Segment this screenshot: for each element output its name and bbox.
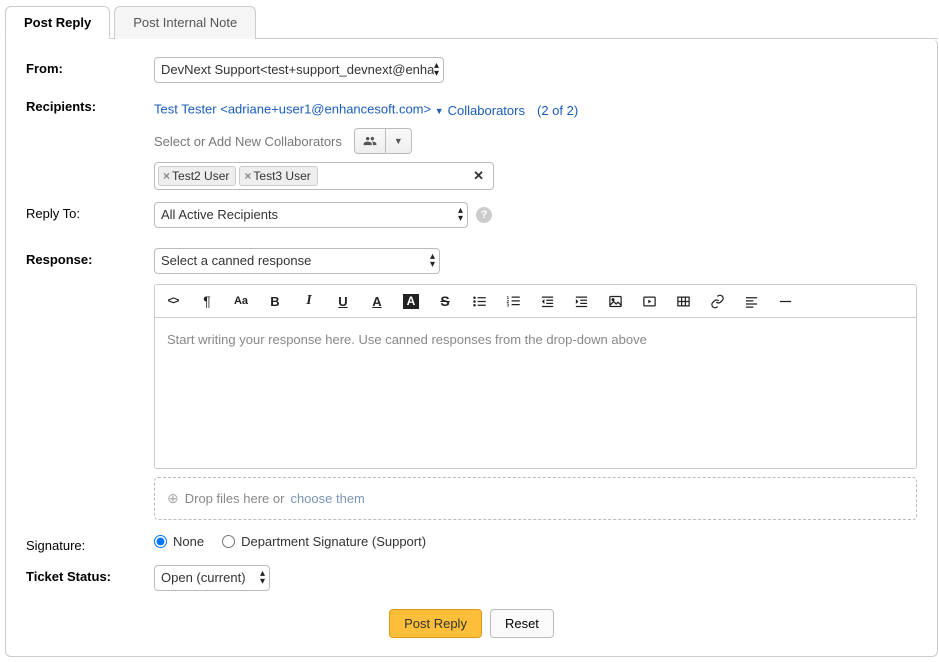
dropdown-caret-icon: ▼ xyxy=(386,129,411,153)
bold-icon[interactable]: B xyxy=(267,293,283,309)
select-updown-icon: ▴▾ xyxy=(430,253,435,269)
editor: <> ¶ Aa B I U A A S 123 xyxy=(154,284,917,469)
tag-label: Test2 User xyxy=(172,169,229,183)
video-icon[interactable] xyxy=(641,293,657,309)
add-collaborators-text: Select or Add New Collaborators xyxy=(154,134,342,149)
reset-button[interactable]: Reset xyxy=(490,609,554,638)
recipient-link[interactable]: Test Tester <adriane+user1@enhancesoft.c… xyxy=(154,102,431,117)
label-from: From: xyxy=(26,57,154,76)
svg-text:3: 3 xyxy=(506,302,509,307)
clear-tags-icon[interactable]: ✕ xyxy=(467,168,490,184)
upload-icon: ⊕ xyxy=(167,490,179,507)
dropzone-text: Drop files here or xyxy=(185,491,285,506)
image-icon[interactable] xyxy=(607,293,623,309)
italic-icon[interactable]: I xyxy=(301,293,317,309)
text-color-icon[interactable]: A xyxy=(369,293,385,309)
outdent-icon[interactable] xyxy=(539,293,555,309)
signature-dept-label: Department Signature (Support) xyxy=(241,534,426,549)
ordered-list-icon[interactable]: 123 xyxy=(505,293,521,309)
editor-toolbar: <> ¶ Aa B I U A A S 123 xyxy=(155,285,916,318)
users-icon xyxy=(355,129,386,153)
label-ticket-status: Ticket Status: xyxy=(26,565,154,584)
from-value: DevNext Support<test+support_devnext@enh… xyxy=(161,59,434,81)
label-recipients: Recipients: xyxy=(26,95,154,114)
reply-to-value: All Active Recipients xyxy=(161,204,278,226)
background-color-icon[interactable]: A xyxy=(403,294,419,309)
link-icon[interactable] xyxy=(709,293,725,309)
align-icon[interactable] xyxy=(743,293,759,309)
editor-body[interactable]: Start writing your response here. Use ca… xyxy=(155,318,916,468)
label-signature: Signature: xyxy=(26,534,154,553)
collaborators-label: Collaborators xyxy=(448,103,525,118)
caret-down-icon: ▼ xyxy=(435,106,444,116)
tag-remove-icon[interactable]: × xyxy=(163,169,170,183)
label-response: Response: xyxy=(26,248,154,267)
signature-none-radio[interactable] xyxy=(154,535,167,548)
canned-response-value: Select a canned response xyxy=(161,250,311,272)
font-family-icon[interactable]: Aa xyxy=(233,293,249,309)
table-icon[interactable] xyxy=(675,293,691,309)
reply-to-select[interactable]: All Active Recipients ▴▾ xyxy=(154,202,468,228)
paragraph-icon[interactable]: ¶ xyxy=(199,293,215,309)
code-view-icon[interactable]: <> xyxy=(165,293,181,309)
label-reply-to: Reply To: xyxy=(26,202,154,221)
select-updown-icon: ▴▾ xyxy=(458,207,463,223)
choose-files-link[interactable]: choose them xyxy=(290,491,364,506)
strikethrough-icon[interactable]: S xyxy=(437,293,453,309)
horizontal-rule-icon[interactable] xyxy=(777,293,793,309)
tag-remove-icon[interactable]: × xyxy=(244,169,251,183)
collaborator-tag: × Test2 User xyxy=(158,166,236,186)
select-updown-icon: ▴▾ xyxy=(260,570,265,586)
collaborators-count: (2 of 2) xyxy=(537,103,578,118)
collaborator-tag: × Test3 User xyxy=(239,166,317,186)
ticket-status-select[interactable]: Open (current) ▴▾ xyxy=(154,565,270,591)
tab-post-reply[interactable]: Post Reply xyxy=(5,6,110,39)
tab-content: From: DevNext Support<test+support_devne… xyxy=(5,39,938,657)
add-collaborators-button[interactable]: ▼ xyxy=(354,128,412,154)
unordered-list-icon[interactable] xyxy=(471,293,487,309)
ticket-status-value: Open (current) xyxy=(161,567,246,589)
select-updown-icon: ▴▾ xyxy=(434,62,439,78)
post-reply-button[interactable]: Post Reply xyxy=(389,609,482,638)
from-select[interactable]: DevNext Support<test+support_devnext@enh… xyxy=(154,57,444,83)
indent-icon[interactable] xyxy=(573,293,589,309)
underline-icon[interactable]: U xyxy=(335,293,351,309)
canned-response-select[interactable]: Select a canned response ▴▾ xyxy=(154,248,440,274)
collaborators-tag-input[interactable]: × Test2 User × Test3 User ✕ xyxy=(154,162,494,190)
tag-label: Test3 User xyxy=(253,169,310,183)
help-icon[interactable]: ? xyxy=(476,207,492,223)
signature-dept-radio[interactable] xyxy=(222,535,235,548)
signature-none-label: None xyxy=(173,534,204,549)
attachment-dropzone[interactable]: ⊕ Drop files here or choose them xyxy=(154,477,917,520)
tab-post-internal-note[interactable]: Post Internal Note xyxy=(114,6,256,39)
collaborators-toggle[interactable]: ▼ Collaborators (2 of 2) xyxy=(435,103,578,118)
